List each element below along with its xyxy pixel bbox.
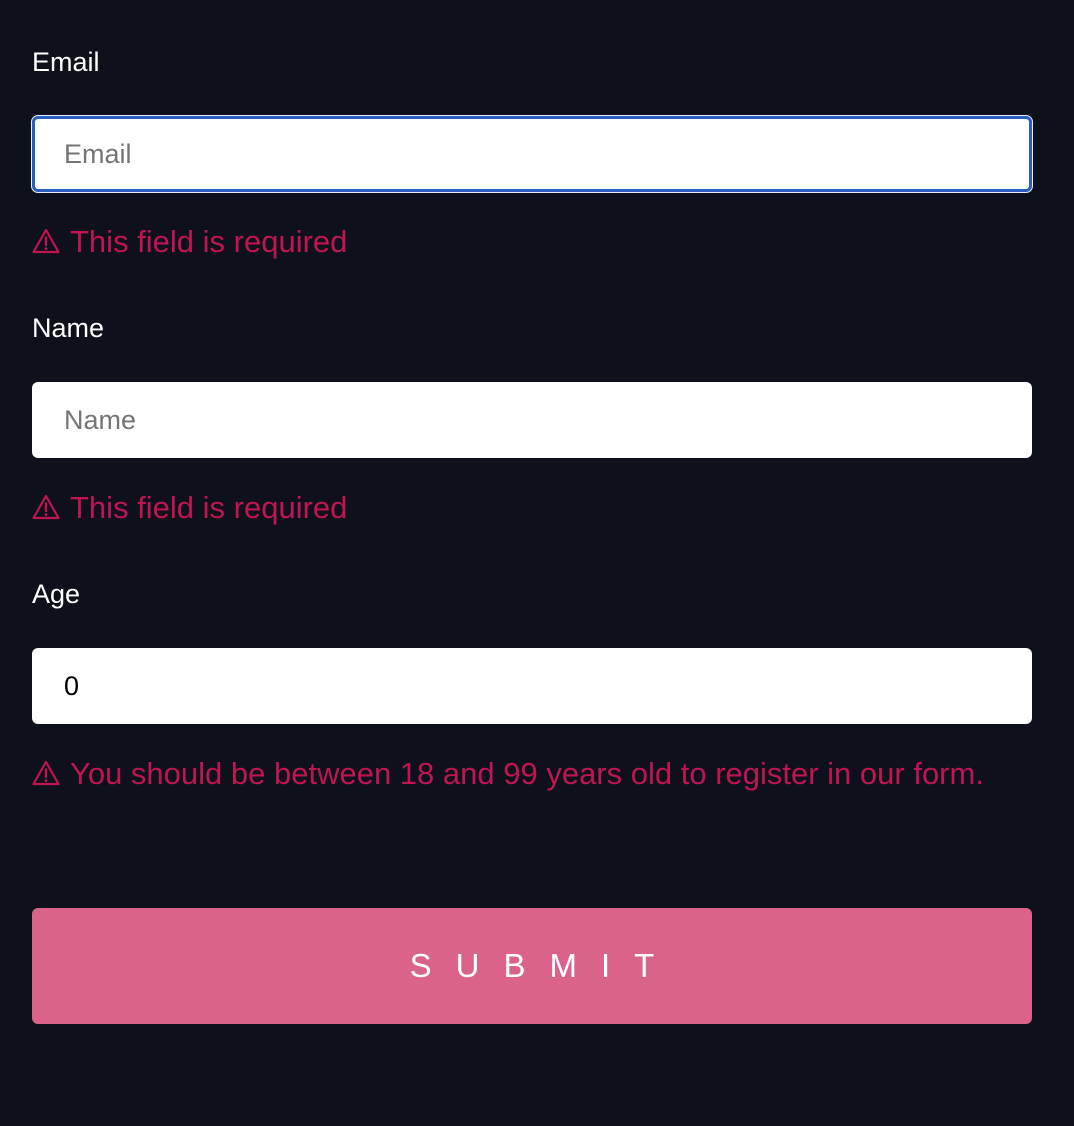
age-error-text: You should be between 18 and 99 years ol… [70,756,984,791]
email-label: Email [32,47,100,77]
warning-triangle-icon [32,760,60,786]
name-label: Name [32,313,105,343]
email-input[interactable] [32,116,1032,192]
name-error: This field is required [32,490,1032,526]
warning-triangle-icon [32,494,60,520]
name-input[interactable] [32,382,1032,458]
registration-form: Email This field is required Name This f… [0,0,1074,1126]
submit-button[interactable]: SUBMIT [32,908,1032,1024]
warning-triangle-icon [32,228,60,254]
email-error-text: This field is required [70,224,348,259]
email-error: This field is required [32,224,1032,260]
name-error-text: This field is required [70,490,348,525]
age-error: You should be between 18 and 99 years ol… [32,756,1032,792]
age-label: Age [32,579,81,609]
age-input[interactable] [32,648,1032,724]
